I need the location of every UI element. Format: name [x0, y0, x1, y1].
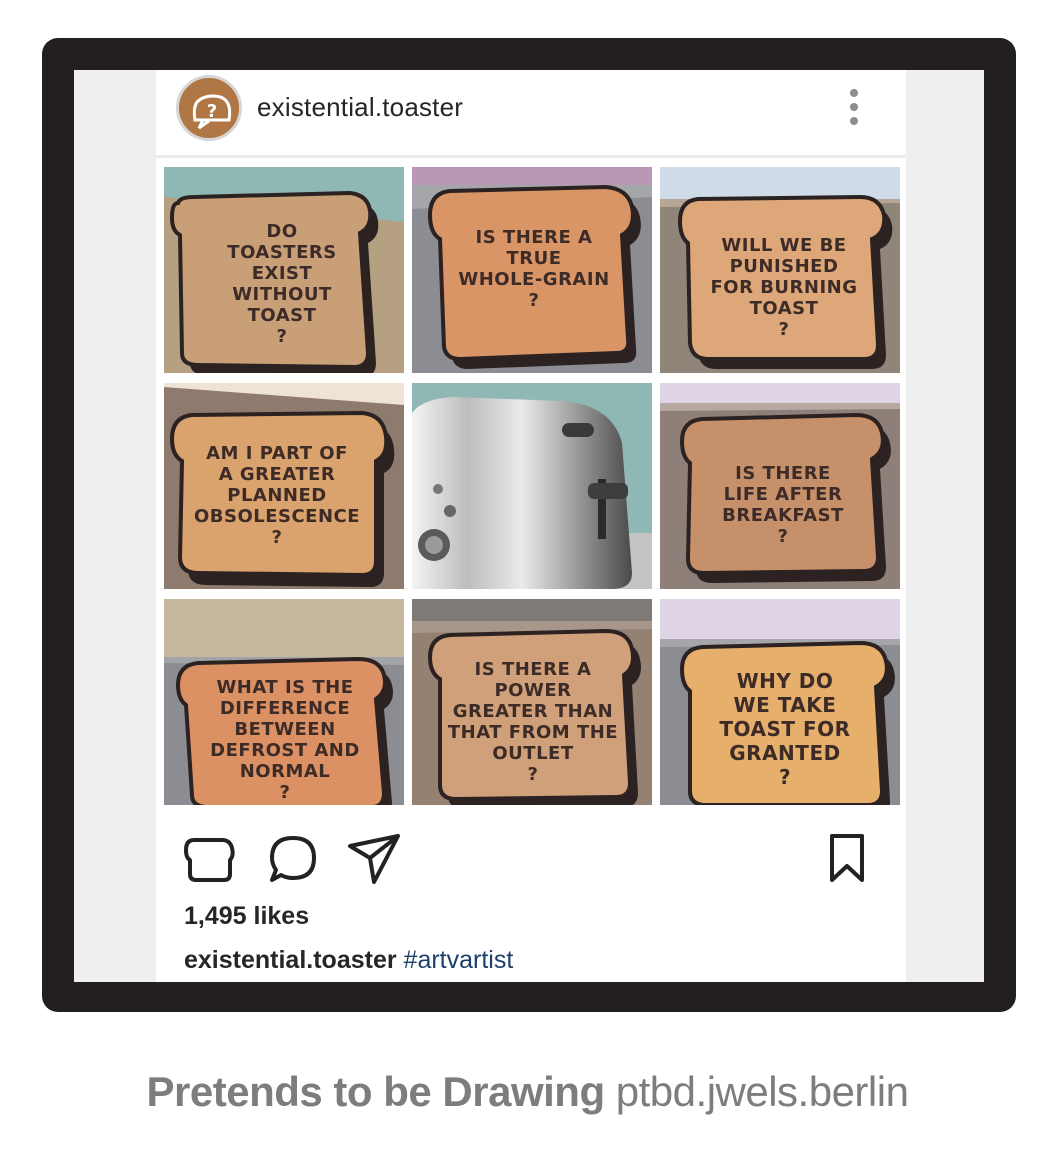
device-frame: ? existential.toaster DO TOASTERS EXIST …: [42, 38, 1016, 1012]
post-caption: existential.toaster #artvartist: [184, 946, 513, 975]
comment-icon[interactable]: [266, 832, 320, 886]
tile-question: AM I PART OF A GREATER PLANNED OBSOLESCE…: [193, 443, 361, 548]
grid-tile[interactable]: AM I PART OF A GREATER PLANNED OBSOLESCE…: [164, 383, 404, 589]
send-icon[interactable]: [346, 832, 402, 886]
credit-footer: Pretends to be Drawing ptbd.jwels.berlin: [0, 1068, 1055, 1116]
tile-question: IS THERE A POWER GREATER THAN THAT FROM …: [447, 659, 619, 785]
tile-question: WHAT IS THE DIFFERENCE BETWEEN DEFROST A…: [210, 677, 360, 803]
grid-tile[interactable]: WHAT IS THE DIFFERENCE BETWEEN DEFROST A…: [164, 599, 404, 805]
tile-question: WHY DO WE TAKE TOAST FOR GRANTED ?: [719, 669, 851, 789]
like-count[interactable]: 1,495 likes: [184, 902, 309, 931]
grid-tile[interactable]: IS THERE A TRUE WHOLE-GRAIN ?: [412, 167, 652, 373]
caption-hashtag[interactable]: #artvartist: [404, 946, 514, 974]
screen: ? existential.toaster DO TOASTERS EXIST …: [74, 70, 984, 982]
svg-text:?: ?: [207, 101, 217, 122]
tile-question: WILL WE BE PUNISHED FOR BURNING TOAST ?: [710, 235, 858, 340]
tile-question: IS THERE A TRUE WHOLE-GRAIN ?: [458, 227, 610, 311]
grid-tile[interactable]: DO TOASTERS EXIST WITHOUT TOAST ?: [164, 167, 404, 373]
toast-like-icon[interactable]: [182, 832, 236, 886]
post-username[interactable]: existential.toaster: [257, 92, 463, 123]
grid-tile[interactable]: IS THERE A POWER GREATER THAN THAT FROM …: [412, 599, 652, 805]
more-options-icon[interactable]: [844, 89, 864, 125]
avatar[interactable]: ?: [176, 75, 242, 141]
image-grid: DO TOASTERS EXIST WITHOUT TOAST ? IS THE…: [164, 167, 900, 807]
post-header: ? existential.toaster: [156, 70, 906, 158]
grid-tile[interactable]: IS THERE LIFE AFTER BREAKFAST ?: [660, 383, 900, 589]
tile-question: IS THERE LIFE AFTER BREAKFAST ?: [722, 463, 844, 547]
bookmark-icon[interactable]: [826, 832, 868, 886]
post-actions: [156, 832, 906, 888]
grid-tile[interactable]: WILL WE BE PUNISHED FOR BURNING TOAST ?: [660, 167, 900, 373]
tile-question: DO TOASTERS EXIST WITHOUT TOAST ?: [227, 221, 337, 347]
footer-url: ptbd.jwels.berlin: [615, 1068, 909, 1115]
caption-username[interactable]: existential.toaster: [184, 946, 397, 974]
toaster-photo[interactable]: [412, 383, 652, 589]
footer-brand: Pretends to be Drawing: [146, 1068, 606, 1115]
grid-tile[interactable]: WHY DO WE TAKE TOAST FOR GRANTED ?: [660, 599, 900, 805]
instagram-post: ? existential.toaster DO TOASTERS EXIST …: [156, 70, 906, 982]
toaster-question-icon: ?: [192, 94, 232, 130]
